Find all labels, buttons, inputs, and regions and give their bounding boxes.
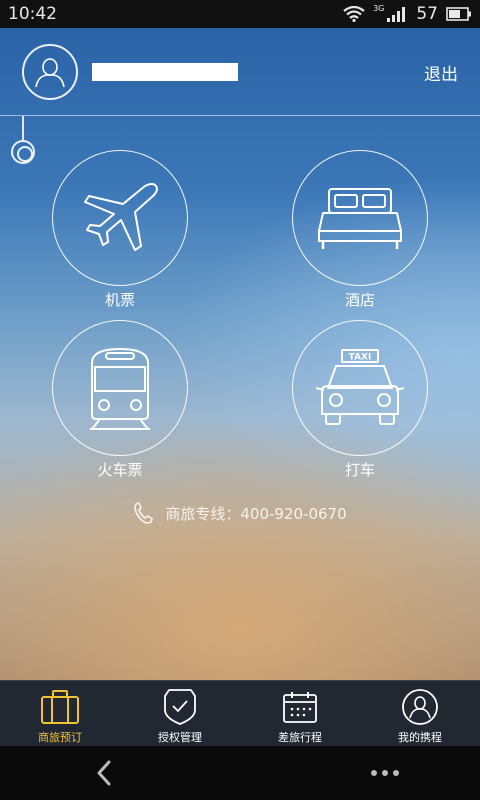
service-hotel[interactable]: 酒店 [291,150,429,310]
system-nav-bar [0,746,480,800]
service-taxi[interactable]: TAXI 打车 [291,320,429,480]
calendar-icon [282,687,318,727]
signal-icon [387,7,406,22]
battery-level: 57 [416,4,438,24]
user-header: 退出 [0,28,480,116]
briefcase-icon [40,687,80,727]
user-avatar-icon[interactable] [22,44,78,100]
tab-my-ctrip[interactable]: 我的携程 [360,681,480,746]
more-icon[interactable] [370,768,400,778]
tab-label: 我的携程 [398,731,442,744]
service-label: 打车 [344,461,375,479]
hotline[interactable]: 商旅专线：400-920-0670 [0,501,480,525]
service-flight[interactable]: 机票 [51,150,189,310]
airplane-icon[interactable] [52,150,188,286]
taxi-icon[interactable]: TAXI [292,320,428,456]
service-label: 酒店 [344,291,375,309]
status-icons: 3G 57 [343,4,472,24]
username-field [92,63,238,81]
tab-booking[interactable]: 商旅预订 [0,681,120,746]
tab-label: 差旅行程 [278,731,322,744]
tab-authorization[interactable]: 授权管理 [120,681,240,746]
network-type: 3G [373,4,385,13]
bed-icon[interactable] [292,150,428,286]
status-bar: 10:42 3G 57 [0,0,480,28]
service-label: 火车票 [97,461,143,479]
back-icon[interactable] [94,759,114,787]
train-icon[interactable] [52,320,188,456]
home-screen: 退出 机票 酒店 火车票 TAXI 打车 商旅专线：400-920-0670 [0,28,480,680]
taxi-sign-text: TAXI [349,353,372,363]
wifi-icon [343,6,365,22]
service-train[interactable]: 火车票 [51,320,189,480]
bottom-tab-bar: 商旅预订 授权管理 差旅行程 我的携程 [0,680,480,746]
tab-label: 授权管理 [158,731,202,744]
battery-icon [446,7,471,21]
tab-itinerary[interactable]: 差旅行程 [240,681,360,746]
timeline-node [11,140,35,164]
hotline-text: 商旅专线：400-920-0670 [165,504,347,523]
phone-icon [134,502,154,524]
timeline-line [22,116,24,140]
logout-button[interactable]: 退出 [424,60,458,85]
status-time: 10:42 [8,4,57,24]
tab-label: 商旅预订 [38,731,82,744]
shield-check-icon [163,687,197,727]
service-label: 机票 [104,291,135,309]
user-circle-icon [401,687,439,727]
